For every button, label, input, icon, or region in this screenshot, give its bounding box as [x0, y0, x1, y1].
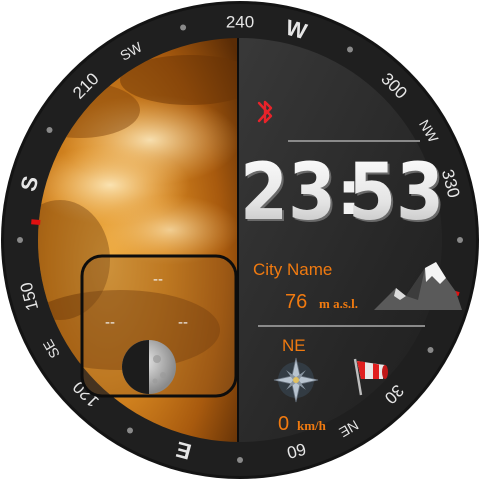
bezel-label: 240	[226, 13, 254, 32]
clock-minutes: 53	[348, 148, 444, 238]
clock-hours: 23	[240, 148, 336, 238]
bezel-dot	[237, 457, 243, 463]
bezel-dot	[427, 347, 434, 353]
digital-clock: 23 23 : 53 53	[240, 148, 446, 240]
weather-box-left-value: --	[105, 314, 115, 331]
altitude-unit: m a.s.l.	[319, 296, 358, 311]
bezel-dot	[17, 237, 23, 243]
city-name: City Name	[253, 260, 332, 279]
watch-face: 240W300NW330N30NE60E120SE150S210SW 23 23…	[1, 1, 479, 479]
weather-background-image	[38, 38, 238, 442]
weather-box-right-value: --	[178, 314, 188, 331]
heading-marker	[31, 219, 41, 225]
bezel-dot	[457, 237, 463, 243]
weather-box: -- -- --	[80, 254, 238, 398]
bezel-dot	[180, 24, 187, 31]
bezel-dot	[127, 427, 133, 434]
moon-phase-icon	[122, 340, 176, 394]
bezel-dot	[46, 127, 53, 133]
wind-speed-value: 0	[278, 413, 289, 435]
altitude-value: 76	[285, 291, 307, 313]
bezel-dot	[347, 46, 353, 53]
weather-box-top-value: --	[153, 271, 163, 288]
wind-speed-unit: km/h	[297, 418, 327, 433]
wind-direction: NE	[282, 336, 306, 355]
